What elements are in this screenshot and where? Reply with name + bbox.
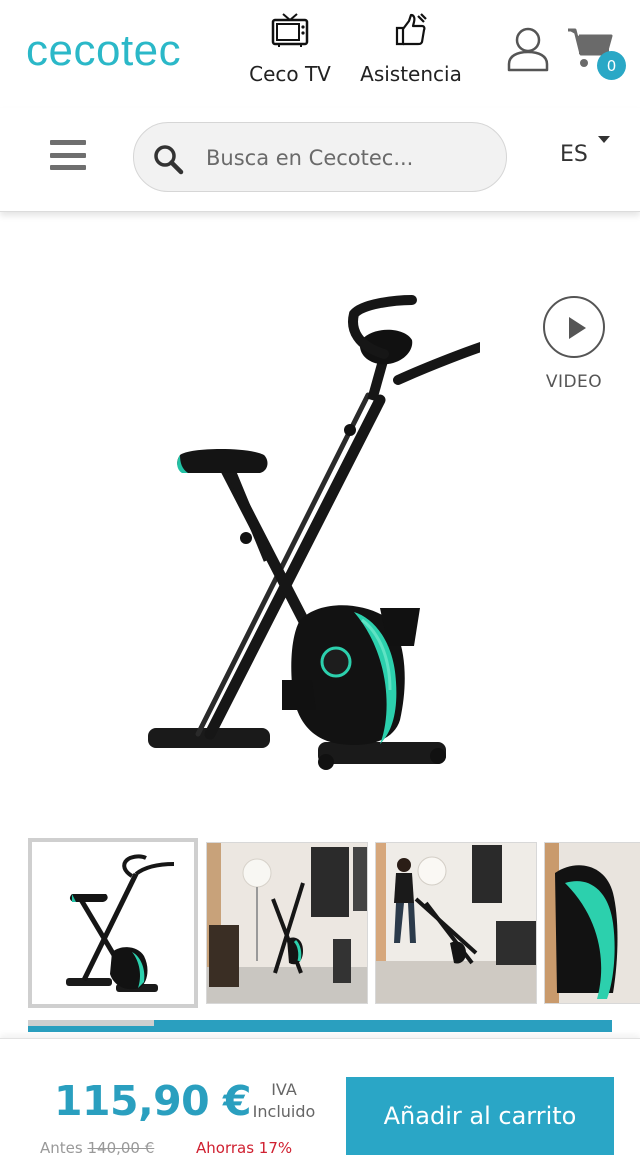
purchase-bar: 115,90 € IVA Incluido Antes 140,00 € Aho… <box>0 1038 640 1157</box>
video-button[interactable]: VIDEO <box>542 296 606 396</box>
nav-ceco-tv[interactable]: Ceco TV <box>248 12 332 86</box>
thumbnail-2[interactable] <box>206 842 368 1004</box>
language-selector[interactable]: ES <box>560 142 588 167</box>
tv-icon <box>270 12 310 52</box>
previous-price-label: Antes <box>40 1139 83 1157</box>
cecotec-logo[interactable]: cecotec <box>26 26 181 76</box>
video-label: VIDEO <box>545 372 603 392</box>
site-header: cecotec Ceco TV Asistencia 0 <box>0 0 640 108</box>
thumbnail-scrollbar[interactable] <box>28 1020 612 1032</box>
search-bar-row: ES <box>0 108 640 212</box>
search-icon[interactable] <box>152 143 184 175</box>
thumbnail-1[interactable] <box>28 838 198 1008</box>
scrollbar-thumb[interactable] <box>28 1020 154 1026</box>
thumbnail-carousel[interactable] <box>28 838 640 1008</box>
thumbnail-3[interactable] <box>375 842 537 1004</box>
savings-label: Ahorras 17% <box>196 1139 293 1157</box>
support-thumbs-up-icon <box>391 12 431 52</box>
search-input[interactable] <box>206 139 496 177</box>
thumbnail-4[interactable] <box>544 842 640 1004</box>
tax-note: IVA Incluido <box>242 1079 326 1123</box>
hamburger-menu-icon[interactable] <box>50 140 86 170</box>
add-to-cart-button[interactable]: Añadir al carrito <box>346 1077 614 1155</box>
current-price: 115,90 € <box>54 1077 252 1125</box>
previous-price-value: 140,00 € <box>87 1139 155 1157</box>
nav-asistencia[interactable]: Asistencia <box>356 12 466 86</box>
user-icon[interactable] <box>506 26 550 72</box>
nav-ceco-tv-label: Ceco TV <box>249 62 331 86</box>
product-main-image[interactable] <box>140 290 515 790</box>
chevron-down-icon[interactable] <box>598 136 610 143</box>
cart-count-badge: 0 <box>597 51 626 80</box>
tax-line-2: Incluido <box>252 1102 316 1121</box>
search-box[interactable] <box>133 122 507 192</box>
tax-line-1: IVA <box>271 1080 297 1099</box>
previous-price: Antes 140,00 € <box>40 1139 154 1157</box>
play-icon[interactable] <box>543 296 605 358</box>
nav-asistencia-label: Asistencia <box>360 62 462 86</box>
